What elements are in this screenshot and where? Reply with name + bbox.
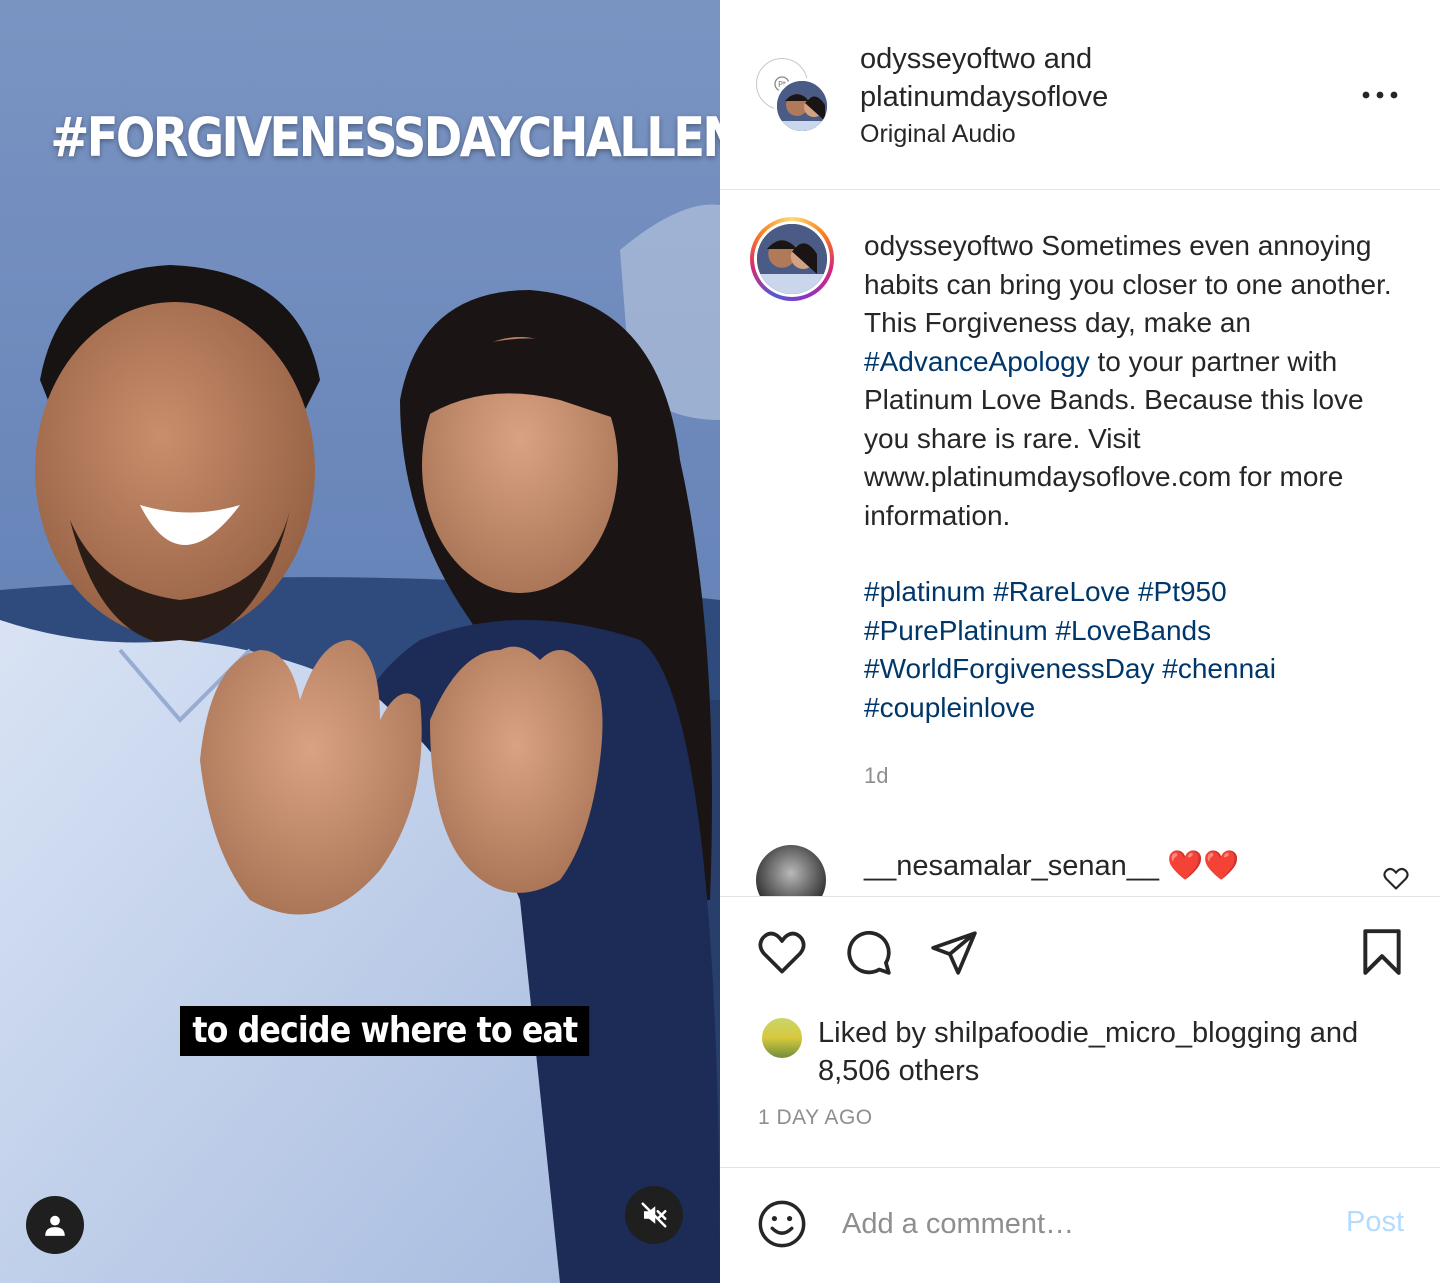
heart-outline-icon[interactable] (1382, 865, 1410, 891)
post-caption: odysseyoftwo Sometimes even annoying hab… (864, 227, 1394, 727)
likes-connector: and (1309, 1017, 1359, 1049)
post-authors: odysseyoftwo and platinumdaysoflove (860, 40, 1108, 116)
likes-summary: Liked by shilpafoodie_micro_blogging and… (818, 1014, 1408, 1090)
emoji-smiley-icon[interactable] (756, 1198, 808, 1250)
overlay-title: #FORGIVENESSDAYCHALLENGE (50, 106, 720, 169)
collab-avatars[interactable]: Pt (756, 58, 832, 134)
comment-item: __nesamalar_senan__ ❤️❤️ (720, 839, 1440, 896)
hashtag-link[interactable]: #platinum (864, 576, 985, 607)
hashtag-link[interactable]: #PurePlatinum (864, 615, 1048, 646)
post-comment-button[interactable]: Post (1346, 1206, 1404, 1239)
video-subtitle: to decide where to eat (180, 1006, 590, 1056)
post-header: Pt odysseyoftwo and platinumdaysoflove O… (720, 0, 1440, 190)
hashtag-link[interactable]: #AdvanceApology (864, 346, 1090, 377)
liker-avatar[interactable] (760, 1016, 804, 1060)
hashtag-link[interactable]: #Pt950 (1138, 576, 1227, 607)
comment-input[interactable] (842, 1202, 1312, 1246)
paper-plane-icon[interactable] (928, 927, 980, 977)
comment-bubble-icon[interactable] (842, 927, 894, 977)
couple-photo (0, 0, 720, 1283)
post-media[interactable]: #FORGIVENESSDAYCHALLENGE to decide where… (0, 0, 720, 1283)
likes-count[interactable]: 8,506 others (818, 1055, 979, 1087)
post-age[interactable]: 1 DAY AGO (758, 1106, 873, 1130)
user-silhouette-icon (45, 1215, 65, 1236)
add-comment-section: Post (720, 1168, 1440, 1283)
comments-scroll-area[interactable]: odysseyoftwo Sometimes even annoying hab… (720, 191, 1440, 896)
caption-username[interactable]: odysseyoftwo (864, 230, 1034, 261)
hashtag-link[interactable]: #coupleinlove (864, 692, 1035, 723)
hashtag-link[interactable]: #RareLove (993, 576, 1130, 607)
comment-emoji: ❤️❤️ (1167, 850, 1240, 882)
ellipsis-icon[interactable] (1358, 86, 1402, 104)
bookmark-icon[interactable] (1360, 927, 1404, 977)
post-details-panel: Pt odysseyoftwo and platinumdaysoflove O… (720, 0, 1440, 1283)
mute-button[interactable] (625, 1186, 683, 1244)
comment-text: __nesamalar_senan__ ❤️❤️ (864, 849, 1239, 883)
commenter-avatar[interactable] (756, 845, 826, 896)
author-username-1[interactable]: odysseyoftwo (860, 43, 1036, 75)
author-username-2[interactable]: platinumdaysoflove (860, 81, 1108, 113)
caption-timestamp[interactable]: 1d (864, 763, 888, 789)
authors-connector: and (1043, 43, 1093, 75)
commenter-username[interactable]: __nesamalar_senan__ (864, 850, 1159, 882)
hashtag-link[interactable]: #WorldForgivenessDay (864, 653, 1155, 684)
heart-outline-icon[interactable] (756, 927, 808, 975)
tagged-users-button[interactable] (26, 1196, 84, 1254)
hashtag-link[interactable]: #chennai (1162, 653, 1276, 684)
likes-prefix: Liked by (818, 1017, 927, 1049)
caption-author-avatar[interactable] (750, 217, 834, 301)
liker-username[interactable]: shilpafoodie_micro_blogging (934, 1017, 1302, 1049)
hashtag-link[interactable]: #LoveBands (1055, 615, 1211, 646)
odysseyoftwo-avatar (774, 78, 830, 134)
audio-link[interactable]: Original Audio (860, 120, 1016, 149)
speaker-muted-icon (641, 1202, 667, 1228)
